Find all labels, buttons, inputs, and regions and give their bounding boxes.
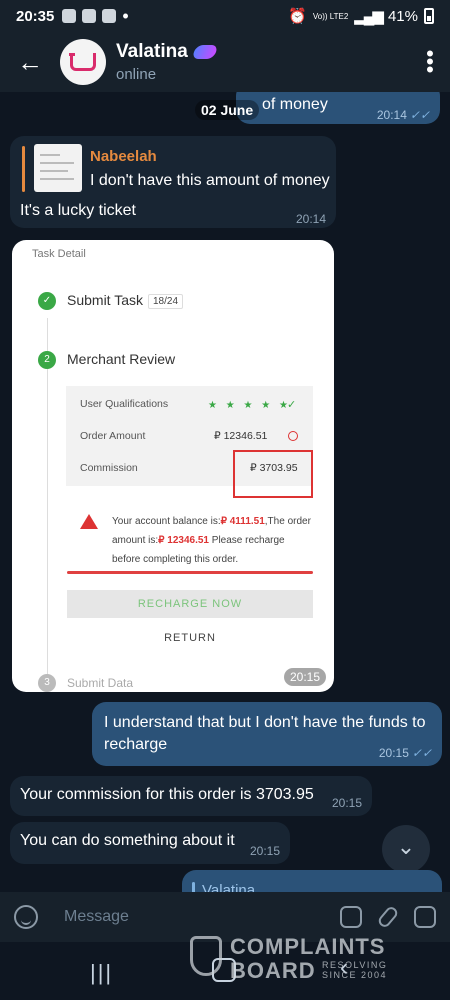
emoji-icon[interactable] xyxy=(14,905,38,929)
return-button: RETURN xyxy=(164,632,216,644)
message-time: 20:14 xyxy=(295,212,326,226)
alarm-icon: ⏰ xyxy=(288,8,307,25)
reply-accent-bar xyxy=(22,146,25,192)
contact-avatar[interactable] xyxy=(60,39,106,85)
message-incoming[interactable]: Your commission for this order is 3703.9… xyxy=(10,776,372,816)
sticker-icon[interactable] xyxy=(340,906,362,928)
message-time: 20:15 ✓✓ xyxy=(379,746,432,760)
timeline-line xyxy=(47,318,48,678)
step2-number: 2 xyxy=(38,351,56,369)
qualification-stars: ★ ★ ★ ★ ★ xyxy=(208,400,291,411)
warning-message: Your account balance is:₽ 4111.51,The or… xyxy=(112,512,312,569)
read-check-icon: ✓✓ xyxy=(409,108,430,122)
message-text: Your commission for this order is 3703.9… xyxy=(20,786,314,803)
app-icon xyxy=(102,9,117,23)
contact-name-row: Valatina xyxy=(116,41,219,63)
message-incoming-reply[interactable]: Nabeelah I don't have this amount of mon… xyxy=(10,136,336,228)
message-outgoing[interactable]: I understand that but I don't have the f… xyxy=(92,702,442,766)
step1-label: Submit Task xyxy=(67,292,143,308)
highlight-box xyxy=(233,450,313,498)
reply-quote: I don't have this amount of money xyxy=(90,172,330,189)
battery-label: 41% xyxy=(387,7,418,25)
shot-title: Task Detail xyxy=(32,248,86,260)
step2-label: Merchant Review xyxy=(67,351,176,367)
network-label: Vo)) LTE2 xyxy=(312,11,349,21)
watermark-tag1: RESOLVING xyxy=(322,960,388,970)
battery-icon xyxy=(424,8,434,24)
gallery-icon xyxy=(62,9,77,23)
more-vert-icon[interactable]: • • • xyxy=(410,43,450,81)
warn-amount: ₽ 12346.51 xyxy=(158,535,209,546)
row2-value: ₽ 12346.51 xyxy=(214,430,268,442)
watermark: COMPLAINTS BOARD RESOLVING SINCE 2004 xyxy=(190,934,410,983)
reply-accent-bar xyxy=(192,882,195,892)
reply-author: Nabeelah xyxy=(90,148,157,165)
warn-balance: ₽ 4111.51 xyxy=(220,516,265,527)
message-input[interactable]: Message xyxy=(64,908,129,926)
step3-label: Submit Data xyxy=(67,676,134,690)
contact-info[interactable]: Valatina online xyxy=(116,41,219,83)
premium-emoji-icon xyxy=(191,45,219,59)
reply-thumbnail xyxy=(34,144,82,192)
date-separator: 02 June xyxy=(195,100,260,120)
message-time: 20:15 xyxy=(249,844,280,858)
step-complete-icon: ✓ xyxy=(38,292,56,310)
watermark-line1: COMPLAINTS xyxy=(230,934,386,959)
back-arrow-icon[interactable]: ← xyxy=(0,47,60,78)
message-time: 20:14 ✓✓ xyxy=(377,108,430,122)
watermark-tagline: RESOLVING SINCE 2004 xyxy=(322,960,387,980)
row2-label: Order Amount xyxy=(80,430,146,442)
message-time-text: 20:14 xyxy=(376,108,407,122)
telegram-icon xyxy=(82,9,97,23)
message-outgoing-partial[interactable]: Valatina xyxy=(182,870,442,892)
reply-author: Valatina xyxy=(202,882,256,892)
shield-logo-icon xyxy=(190,936,222,976)
recent-apps-icon[interactable]: ||| xyxy=(90,960,113,986)
watermark-tag2: SINCE 2004 xyxy=(322,970,388,980)
row3-label: Commission xyxy=(80,462,138,474)
warn-pre: Your account balance is: xyxy=(112,516,221,527)
message-list[interactable]: of money 20:14 ✓✓ 02 June Nabeelah I don'… xyxy=(0,92,450,892)
message-text: You can do something about it xyxy=(20,832,235,849)
recharge-now-button: RECHARGE NOW xyxy=(67,590,313,618)
message-time: 20:15 xyxy=(283,668,326,686)
status-time: 20:35 xyxy=(16,7,55,25)
row1-label: User Qualifications xyxy=(80,398,169,410)
red-underline xyxy=(67,571,313,574)
scroll-down-icon[interactable]: ⌄ xyxy=(382,825,430,873)
step3-number: 3 xyxy=(38,674,56,692)
message-time: 20:15 xyxy=(331,796,362,810)
message-outgoing-partial[interactable]: of money 20:14 ✓✓ xyxy=(236,92,440,124)
image-message[interactable]: Task Detail ✓ Submit Task 18/24 2 Mercha… xyxy=(12,240,334,692)
attach-icon[interactable] xyxy=(376,904,400,930)
message-text: of money xyxy=(262,96,328,113)
info-circle-icon xyxy=(288,431,298,441)
chat-header: ← Valatina online • • • xyxy=(0,32,450,92)
notification-icons: • xyxy=(62,6,129,26)
contact-status: online xyxy=(116,66,157,83)
more-notifications-icon: • xyxy=(122,6,129,26)
warning-triangle-icon xyxy=(80,514,98,529)
status-bar: 20:35 • ⏰ Vo)) LTE2 ▂▄▆ 41% xyxy=(0,0,450,32)
message-incoming[interactable]: You can do something about it 20:15 xyxy=(10,822,290,864)
shopping-cart-icon xyxy=(69,53,96,71)
message-time-text: 20:15 xyxy=(378,746,409,760)
verified-check-icon: ✓ xyxy=(287,399,297,411)
status-right: ⏰ Vo)) LTE2 ▂▄▆ 41% xyxy=(288,7,434,25)
contact-name: Valatina xyxy=(116,41,188,62)
step1-count: 18/24 xyxy=(148,294,184,309)
signal-icon: ▂▄▆ xyxy=(354,8,384,25)
camera-icon[interactable] xyxy=(414,906,436,928)
read-check-icon: ✓✓ xyxy=(411,746,432,760)
message-text: It's a lucky ticket xyxy=(20,202,136,219)
watermark-line2: BOARD xyxy=(230,958,316,983)
